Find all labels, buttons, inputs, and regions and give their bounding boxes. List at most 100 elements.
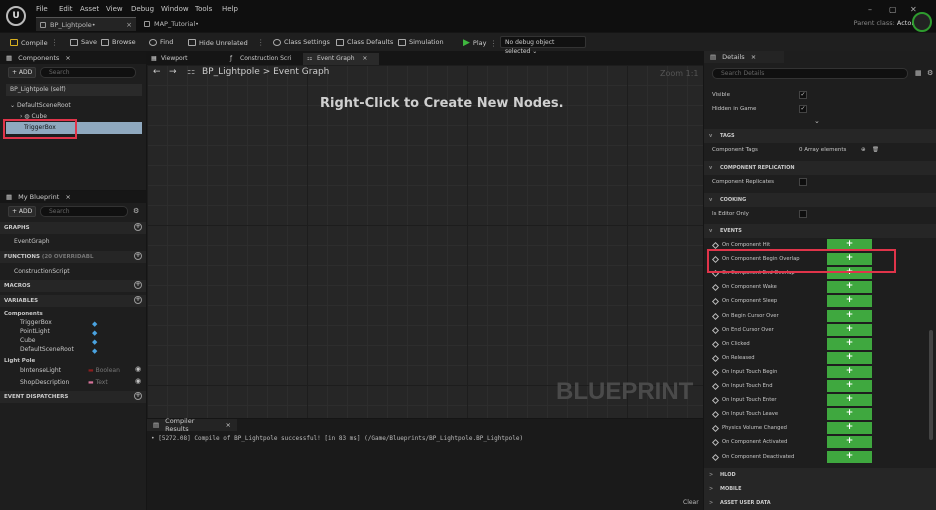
add-component-button[interactable]: + ADD [8,67,37,78]
add-member-button[interactable]: + ADD [8,206,37,217]
add-dispatcher-icon[interactable]: + [134,392,142,400]
component-self[interactable]: BP_Lightpole (self) [6,84,142,96]
add-event-button[interactable]: + [827,295,872,308]
tab-bp-lightpole[interactable]: BP_Lightpole• × [36,17,136,31]
add-event-button[interactable]: + [827,450,872,463]
variable-shopdescription[interactable]: ShopDescription [20,377,69,389]
add-event-button[interactable]: + [827,309,872,322]
add-function-icon[interactable]: + [134,252,142,260]
menu-debug[interactable]: Debug [131,5,154,13]
my-blueprint-search-input[interactable]: Search [40,206,128,217]
add-event-button[interactable]: + [827,408,872,421]
class-defaults-button[interactable]: Class Defaults [336,38,393,46]
details-scrollbar[interactable] [929,330,933,440]
hide-unrelated-button[interactable]: Hide Unrelated ⋮ [188,38,265,47]
simulation-button[interactable]: Simulation [398,38,444,46]
details-search-input[interactable]: Search Details [712,68,908,79]
components-search-input[interactable]: Search [40,67,136,78]
graph-eventgraph[interactable]: EventGraph [14,236,50,248]
close-panel-icon[interactable]: × [65,54,70,62]
section-hlod[interactable]: HLOD [704,468,936,482]
unreal-logo-icon[interactable]: U [6,6,26,26]
add-macro-icon[interactable]: + [134,281,142,289]
hidden-in-game-checkbox[interactable]: ✓ [799,105,807,113]
add-event-button[interactable]: + [827,422,872,435]
menu-help[interactable]: Help [222,5,238,13]
event-row: On Input Touch End + [704,379,936,393]
section-events[interactable]: EVENTS [704,224,936,238]
event-graph-canvas[interactable] [147,65,703,418]
section-macros[interactable]: MACROS + [0,280,146,292]
menu-tools[interactable]: Tools [195,5,212,13]
close-panel-icon[interactable]: × [751,53,756,61]
add-element-icon[interactable]: ⊕ [861,143,866,157]
forward-arrow-icon[interactable]: → [169,67,177,77]
debug-object-dropdown[interactable]: No debug object selected ⌄ [500,36,586,55]
section-variables[interactable]: VARIABLES + [0,295,146,307]
gear-icon[interactable]: ⚙ [927,69,933,77]
close-tab-icon[interactable]: × [126,18,132,32]
tab-map-tutorial[interactable]: MAP_Tutorial• [140,17,230,31]
add-event-button[interactable]: + [827,436,872,449]
menu-asset[interactable]: Asset [80,5,99,13]
play-button[interactable]: ▶ Play ⋮ [463,38,497,48]
event-label: On Component Sleep [722,298,778,305]
is-editor-only-checkbox[interactable] [799,210,807,218]
component-replicates-checkbox[interactable] [799,178,807,186]
menu-edit[interactable]: Edit [59,5,73,13]
tab-viewport[interactable]: ▦ Viewport [147,53,225,65]
close-panel-icon[interactable]: × [65,193,70,201]
back-arrow-icon[interactable]: ← [153,67,161,77]
eye-icon[interactable]: ◉ [135,377,141,385]
variable-type-text[interactable]: ▬ Text [88,377,108,389]
add-event-button[interactable]: + [827,380,872,392]
trash-icon[interactable]: 🗑 [872,143,879,157]
breadcrumb-root[interactable]: BP_Lightpole > Event Graph [202,67,329,77]
add-event-button[interactable]: + [827,351,872,364]
section-event-dispatchers[interactable]: EVENT DISPATCHERS + [0,391,146,403]
section-graphs[interactable]: GRAPHS + [0,222,146,234]
section-component-replication[interactable]: COMPONENT REPLICATION [704,161,936,175]
tab-event-graph[interactable]: ⚏ Event Graph × [303,53,379,65]
clear-button[interactable]: Clear [683,499,699,506]
add-graph-icon[interactable]: + [134,223,142,231]
menu-file[interactable]: File [36,5,48,13]
section-asset-user-data[interactable]: ASSET USER DATA [704,496,936,510]
gear-icon[interactable]: ⚙ [133,207,139,215]
class-settings-button[interactable]: Class Settings [273,38,330,46]
compile-label: Compile [21,38,48,47]
tab-construction-script[interactable]: ƒ Construction Scri [226,53,302,65]
close-tab-icon[interactable]: × [362,55,367,62]
visible-checkbox[interactable]: ✓ [799,91,807,99]
section-tags[interactable]: TAGS [704,129,936,143]
browse-button[interactable]: Browse [101,38,136,46]
minimize-button[interactable]: – [868,5,872,14]
eye-icon[interactable]: ◉ [135,365,141,373]
menu-view[interactable]: View [106,5,123,13]
add-event-button[interactable]: + [827,281,872,294]
expand-advanced-icon[interactable]: ⌄ [814,117,820,125]
find-button[interactable]: Find [149,38,173,46]
section-functions[interactable]: FUNCTIONS (20 OVERRIDABL + [0,251,146,263]
function-constructionscript[interactable]: ConstructionScript [14,266,70,278]
compile-options-icon[interactable]: ⋮ [51,38,59,47]
close-panel-icon[interactable]: × [226,421,231,429]
add-variable-icon[interactable]: + [134,296,142,304]
maximize-button[interactable]: ▢ [889,5,897,14]
variable-bintenselight[interactable]: bIntenseLight [20,365,61,377]
hide-options-icon[interactable]: ⋮ [257,38,265,47]
variable-type-boolean[interactable]: ▬ Boolean [88,365,120,377]
tab-label: MAP_Tutorial• [154,20,199,28]
source-control-icon[interactable] [912,12,932,32]
section-cooking[interactable]: COOKING [704,193,936,207]
menu-window[interactable]: Window [161,5,189,13]
grid-view-icon[interactable]: ▦ [915,69,922,77]
add-event-button[interactable]: + [827,394,872,407]
save-button[interactable]: Save [70,38,97,46]
compile-button[interactable]: Compile ⋮ [10,38,59,47]
section-mobile[interactable]: MOBILE [704,482,936,496]
add-event-button[interactable]: + [827,365,872,378]
add-event-button[interactable]: + [827,337,872,350]
play-options-icon[interactable]: ⋮ [489,39,497,48]
add-event-button[interactable]: + [827,323,872,336]
